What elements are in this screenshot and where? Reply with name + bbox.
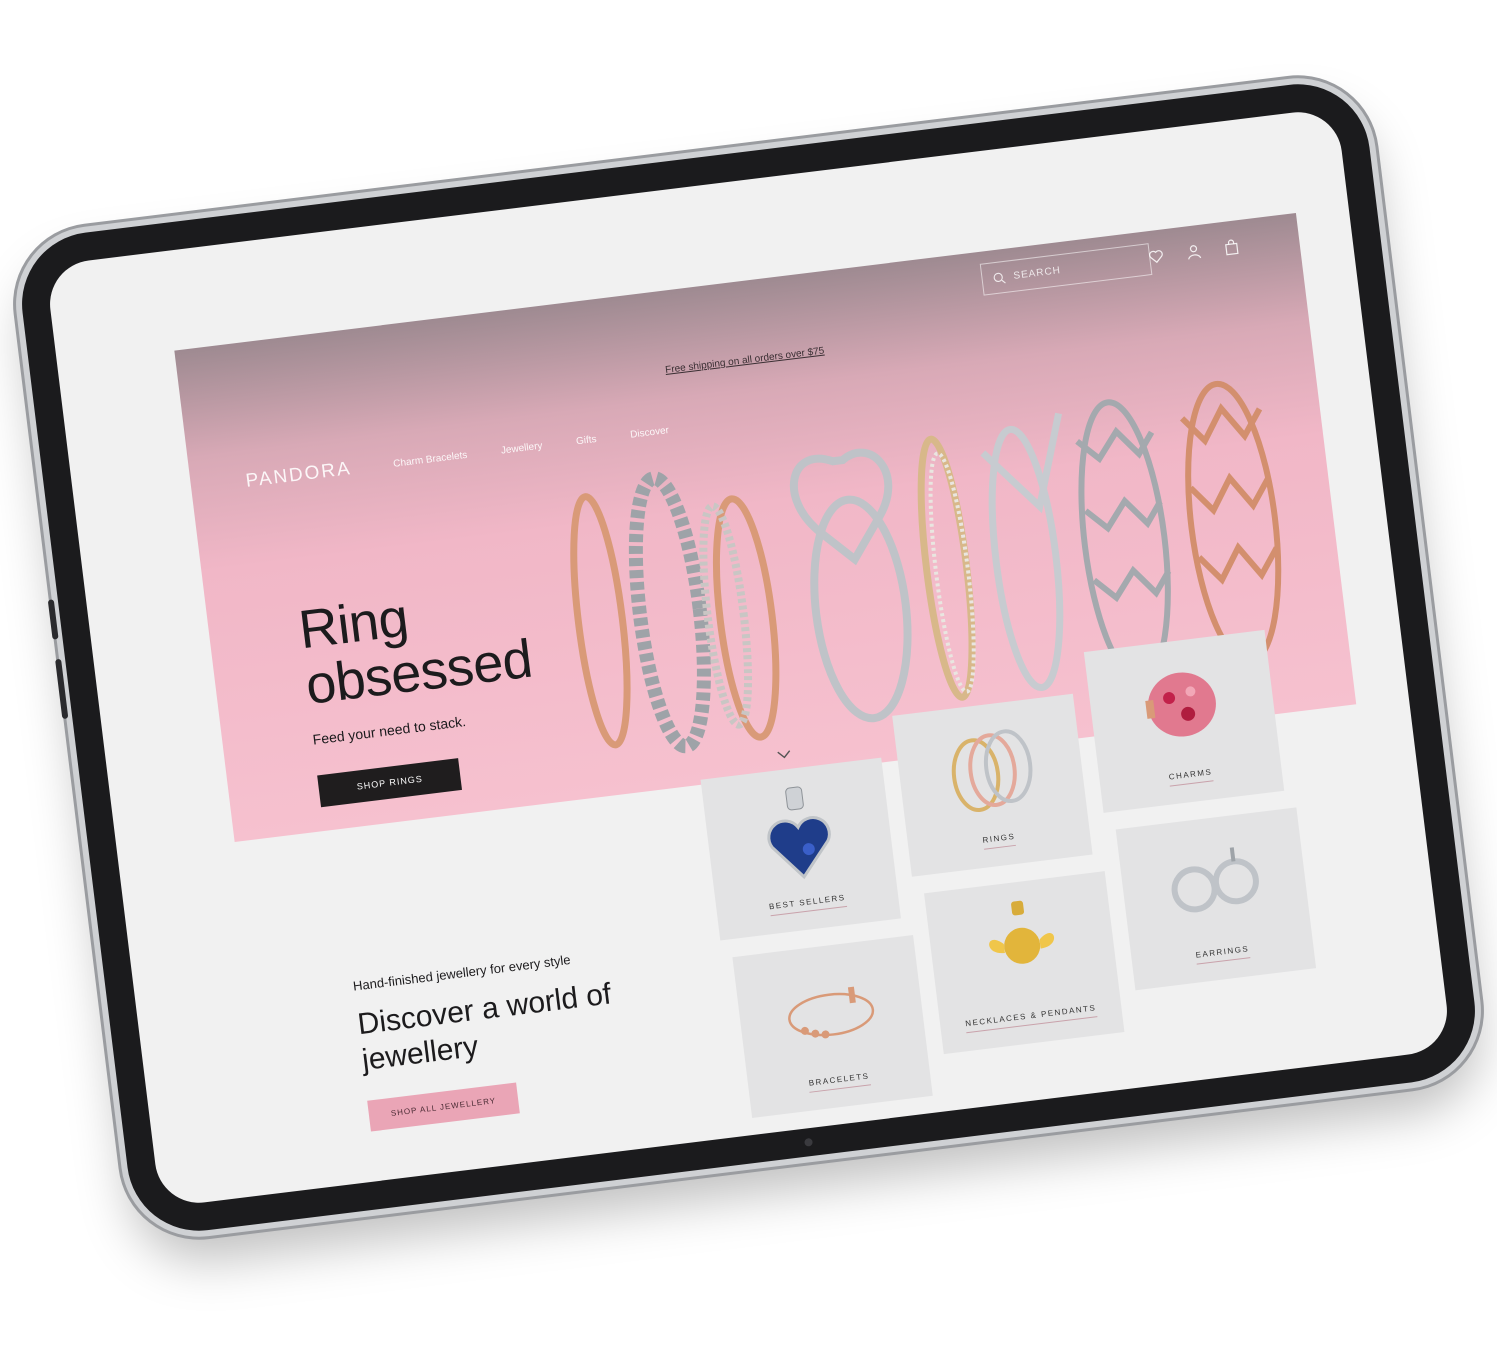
category-label: BRACELETS xyxy=(808,1071,871,1093)
category-necklaces-pendants[interactable]: NECKLACES & PENDANTS xyxy=(924,871,1125,1055)
side-button xyxy=(47,599,59,640)
search-placeholder: SEARCH xyxy=(1012,264,1062,282)
tablet-screen: SEARCH Free shipping on all orders over … xyxy=(45,107,1452,1208)
category-rings[interactable]: RINGS xyxy=(892,693,1093,877)
category-earrings[interactable]: EARRINGS xyxy=(1115,807,1317,991)
volume-button xyxy=(55,658,69,720)
category-label: EARRINGS xyxy=(1195,944,1251,965)
shop-all-jewellery-button[interactable]: SHOP ALL JEWELLERY xyxy=(367,1082,520,1132)
nav-item-jewellery[interactable]: Jewellery xyxy=(500,440,543,456)
search-input[interactable]: SEARCH xyxy=(979,243,1153,296)
wishlist-icon[interactable] xyxy=(1147,247,1165,265)
ring-rose-gold-slim xyxy=(570,493,631,749)
ring-silver-hearts xyxy=(628,471,711,754)
ring-silver-wishbone xyxy=(980,412,1064,692)
hero-text: Ring obsessed Feed your need to stack. S… xyxy=(296,575,547,808)
shop-rings-button[interactable]: SHOP RINGS xyxy=(317,758,463,808)
header-icons xyxy=(1147,238,1240,265)
heart-charm-icon xyxy=(767,786,831,880)
search-icon xyxy=(993,272,1006,284)
ring-rose-gold-crown xyxy=(699,495,780,741)
hero-title: Ring obsessed xyxy=(296,575,536,715)
bracelet-icon xyxy=(788,986,875,1039)
category-label: RINGS xyxy=(982,831,1017,850)
pendant-icon xyxy=(989,900,1055,964)
pandora-logo[interactable]: PANDORA xyxy=(245,458,353,493)
bead-charm-icon xyxy=(1145,672,1216,737)
ring-gold-wishbone xyxy=(917,435,976,701)
camera-icon xyxy=(803,1137,813,1147)
category-bracelets[interactable]: BRACELETS xyxy=(732,935,933,1118)
website: SEARCH Free shipping on all orders over … xyxy=(174,212,1393,1145)
ring-silver-heart xyxy=(790,448,912,723)
account-icon[interactable] xyxy=(1185,243,1203,261)
nav-item-discover[interactable]: Discover xyxy=(630,425,670,441)
category-best-sellers[interactable]: BEST SELLERS xyxy=(700,757,901,941)
ring-rose-gold-zigzag xyxy=(1179,380,1282,665)
nav-item-gifts[interactable]: Gifts xyxy=(575,433,597,446)
tablet-device: SEARCH Free shipping on all orders over … xyxy=(13,76,1484,1239)
category-grid: BEST SELLERS RINGS CHARMS BRACELETS NECK… xyxy=(693,629,1324,1118)
rings-icon xyxy=(951,729,1033,812)
category-label: NECKLACES & PENDANTS xyxy=(964,1003,1098,1034)
category-label: BEST SELLERS xyxy=(768,893,847,917)
category-label: CHARMS xyxy=(1168,767,1214,787)
nav-item-charm-bracelets[interactable]: Charm Bracelets xyxy=(393,449,468,469)
category-charms[interactable]: CHARMS xyxy=(1083,629,1285,813)
earrings-icon xyxy=(1171,847,1259,913)
bag-icon[interactable] xyxy=(1223,238,1241,256)
discover-text: Hand-finished jewellery for every style … xyxy=(352,948,624,1132)
discover-title: Discover a world of jewellery xyxy=(356,976,618,1079)
